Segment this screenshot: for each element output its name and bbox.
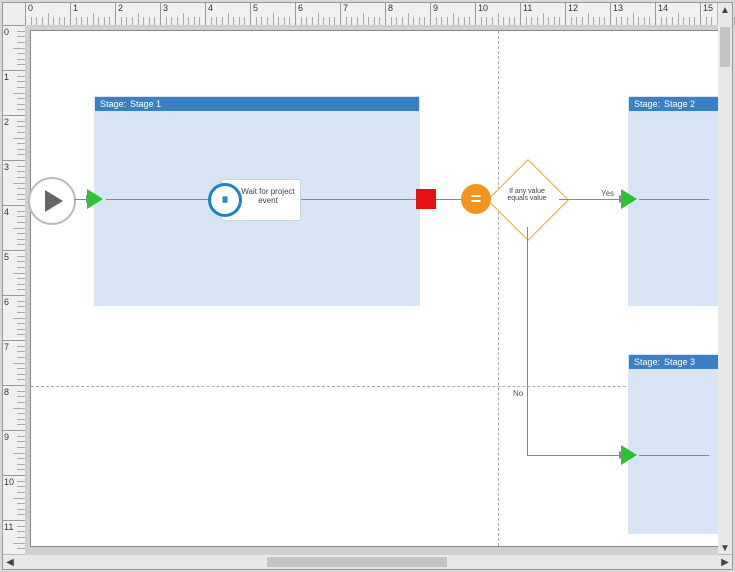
- scroll-left-button[interactable]: ◀: [3, 555, 17, 569]
- stop-square-icon[interactable]: [416, 189, 436, 209]
- stage-2-header: Stage: Stage 2: [629, 97, 718, 111]
- stage-3-label-prefix: Stage:: [634, 357, 660, 367]
- hscroll-track[interactable]: [17, 555, 718, 569]
- hscroll-thumb[interactable]: [267, 557, 447, 567]
- scroll-right-button[interactable]: ▶: [718, 555, 732, 569]
- page[interactable]: Stage: Stage 1 Stage: Stage 2 Stage: Sta…: [30, 30, 718, 547]
- design-canvas[interactable]: Stage: Stage 1 Stage: Stage 2 Stage: Sta…: [25, 25, 718, 555]
- ruler-corner: [3, 3, 26, 26]
- stage-2-label-prefix: Stage:: [634, 99, 660, 109]
- go-arrow-icon[interactable]: [87, 189, 103, 209]
- page-break-vertical: [498, 31, 499, 546]
- start-node[interactable]: [28, 177, 76, 225]
- stage-1-name: Stage 1: [130, 99, 161, 109]
- stage-3-header: Stage: Stage 3: [629, 355, 718, 369]
- connector-entry-action: [106, 199, 213, 200]
- ruler-horizontal[interactable]: 0123456789101112131415: [25, 3, 718, 26]
- ruler-vertical[interactable]: 01234567891011: [3, 25, 26, 555]
- play-icon: [45, 190, 63, 212]
- action-wait-event[interactable]: ⏸ Wait for project event: [221, 179, 301, 221]
- connector-stage3-internal: [639, 455, 709, 456]
- connector-no-v: [527, 227, 528, 455]
- branch-yes-label: Yes: [601, 189, 614, 198]
- equals-icon: =: [461, 184, 491, 214]
- designer-window: 0123456789101112131415 01234567891011 ▲ …: [2, 2, 733, 570]
- connector-no-h: [527, 455, 621, 456]
- stage-3-container[interactable]: Stage: Stage 3: [628, 354, 718, 534]
- connector-stage2-internal: [639, 199, 709, 200]
- stage-1-header: Stage: Stage 1: [95, 97, 419, 111]
- vscroll-thumb[interactable]: [720, 27, 730, 67]
- connector-action-terminator: [301, 199, 416, 200]
- action-label: Wait for project event: [241, 187, 295, 205]
- vscroll-track[interactable]: [718, 17, 732, 541]
- go-arrow-icon[interactable]: [621, 189, 637, 209]
- scroll-up-button[interactable]: ▲: [718, 3, 732, 17]
- branch-no-label: No: [513, 389, 523, 398]
- page-break-horizontal: [31, 386, 718, 387]
- go-arrow-icon[interactable]: [621, 445, 637, 465]
- decision-condition-label: If any value equals value: [504, 188, 550, 203]
- vertical-scrollbar[interactable]: ▲ ▼: [717, 3, 732, 555]
- horizontal-scrollbar[interactable]: ◀ ▶: [3, 554, 732, 569]
- stage-2-container[interactable]: Stage: Stage 2: [628, 96, 718, 306]
- scroll-down-button[interactable]: ▼: [718, 541, 732, 555]
- stage-3-name: Stage 3: [664, 357, 695, 367]
- stage-1-label-prefix: Stage:: [100, 99, 126, 109]
- pause-circle-icon: ⏸: [208, 183, 242, 217]
- stage-2-name: Stage 2: [664, 99, 695, 109]
- connector-yes: [559, 199, 621, 200]
- pause-glyph: ⏸: [222, 192, 229, 207]
